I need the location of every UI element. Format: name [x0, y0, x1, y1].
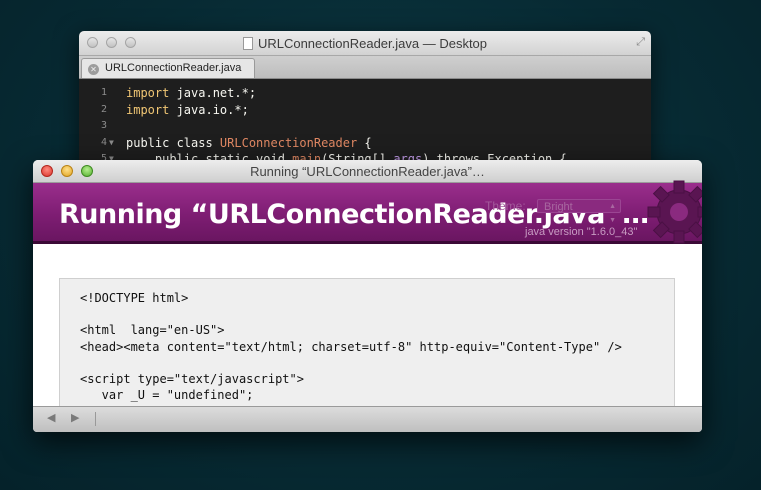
- run-banner: Running “URLConnectionReader.java”… Them…: [33, 180, 702, 244]
- run-toolbar: ◀ ▶: [33, 406, 702, 432]
- java-version: java version "1.6.0_43": [525, 226, 638, 238]
- code-line[interactable]: 1 import java.net.*;: [79, 85, 651, 102]
- code-line[interactable]: 2 import java.io.*;: [79, 102, 651, 119]
- tab-urlconnectionreader[interactable]: ✕ URLConnectionReader.java: [81, 58, 255, 78]
- theme-select[interactable]: Bright ▲ ▼: [537, 199, 621, 224]
- code-line[interactable]: 3: [79, 118, 651, 135]
- code-text: import java.net.*;: [126, 86, 257, 100]
- output-line: <head><meta content="text/html; charset=…: [80, 339, 622, 354]
- line-number: 2: [100, 103, 107, 115]
- code-text: public class URLConnectionReader {: [126, 135, 372, 150]
- close-tab-icon[interactable]: ✕: [88, 64, 99, 75]
- code-text: import java.io.*;: [126, 102, 249, 117]
- output-line: var _U = "undefined";: [80, 388, 254, 403]
- output-line: <script type="text/javascript">: [80, 372, 304, 386]
- tab-label: URLConnectionReader.java: [105, 62, 242, 74]
- theme-value: Bright: [544, 201, 573, 213]
- output-panel[interactable]: <!DOCTYPE html> <html lang="en-US"> <head>…: [59, 278, 675, 407]
- document-icon: [242, 37, 253, 50]
- output-line: <!DOCTYPE html>: [80, 291, 189, 305]
- gear-icon: [647, 180, 702, 244]
- run-output-window: Running “URLConnectionReader.java”… Runn…: [33, 160, 702, 432]
- theme-label: Theme:: [485, 199, 526, 213]
- runner-title: Running “URLConnectionReader.java”…: [250, 164, 485, 179]
- editor-title: URLConnectionReader.java — Desktop: [79, 36, 651, 51]
- toolbar-divider: [95, 412, 96, 426]
- line-number: 1: [100, 87, 107, 98]
- fold-arrow-icon[interactable]: ▼: [109, 135, 114, 152]
- editor-window: URLConnectionReader.java — Desktop ⤢ ✕ UR…: [79, 31, 651, 181]
- back-icon[interactable]: ◀: [47, 411, 55, 424]
- runner-titlebar[interactable]: Running “URLConnectionReader.java”…: [33, 160, 702, 183]
- editor-title-text: URLConnectionReader.java — Desktop: [257, 36, 488, 51]
- forward-icon[interactable]: ▶: [71, 411, 79, 424]
- line-number: 3: [100, 120, 107, 132]
- fullscreen-icon[interactable]: ⤢: [636, 36, 645, 49]
- code-line[interactable]: 4 ▼ public class URLConnectionReader {: [79, 135, 651, 152]
- editor-titlebar[interactable]: URLConnectionReader.java — Desktop ⤢: [79, 31, 651, 56]
- line-number: 4: [100, 136, 107, 148]
- output-line: <html lang="en-US">: [80, 323, 225, 338]
- chevron-updown-icon: ▲ ▼: [609, 203, 616, 224]
- run-content: <!DOCTYPE html> <html lang="en-US"> <head>…: [33, 244, 702, 407]
- editor-tabbar: ✕ URLConnectionReader.java: [79, 56, 651, 79]
